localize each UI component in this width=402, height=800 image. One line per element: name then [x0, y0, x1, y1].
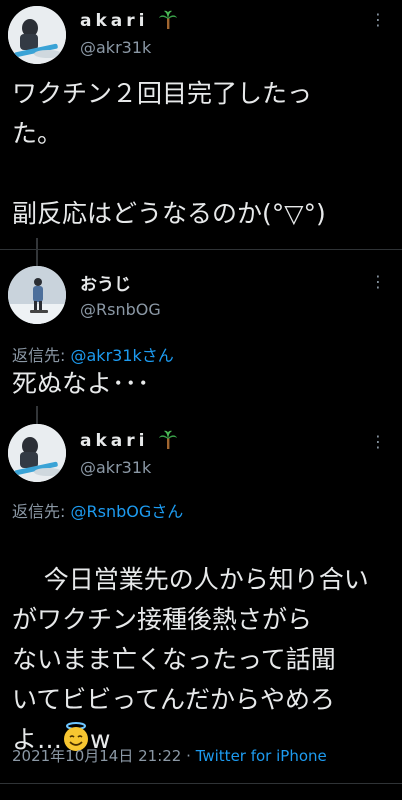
reply-label: 返信先:: [12, 502, 66, 521]
handle[interactable]: @akr31k: [80, 458, 151, 477]
reply-to-link[interactable]: @akr31kさん: [71, 346, 174, 365]
palm-tree-icon: [159, 10, 178, 29]
handle[interactable]: @akr31k: [80, 38, 151, 57]
avatar[interactable]: [8, 6, 66, 64]
handle[interactable]: @RsnbOG: [80, 300, 161, 319]
reply-context: 返信先: @akr31kさん: [12, 342, 174, 366]
avatar[interactable]: [8, 266, 66, 324]
separator: ·: [186, 747, 191, 765]
source-link[interactable]: Twitter for iPhone: [196, 747, 327, 765]
reply-context: 返信先: @RsnbOGさん: [12, 498, 183, 522]
avatar-photo: [8, 266, 66, 324]
tweet-2[interactable]: おうじ @RsnbOG ⋮ 返信先: @akr31kさん 死ぬなよ･･･: [0, 250, 402, 424]
display-name[interactable]: おうじ: [80, 270, 131, 295]
reply-to-link[interactable]: @RsnbOGさん: [71, 502, 184, 521]
avatar[interactable]: [8, 424, 66, 482]
divider: [0, 783, 402, 784]
avatar-photo: [8, 424, 66, 482]
palm-tree-icon: [159, 430, 178, 449]
tweet-3[interactable]: akari @akr31k ⋮ 返信先: @RsnbOGさん 今日営業先の人から…: [0, 424, 402, 787]
avatar-photo: [8, 6, 66, 64]
display-name[interactable]: akari: [80, 10, 178, 31]
more-options-icon[interactable]: ⋮: [368, 10, 388, 30]
more-options-icon[interactable]: ⋮: [368, 432, 388, 452]
timestamp[interactable]: 2021年10月14日 21:22: [12, 747, 181, 765]
display-name[interactable]: akari: [80, 430, 178, 451]
tweet-meta: 2021年10月14日 21:22 · Twitter for iPhone: [12, 745, 327, 766]
more-options-icon[interactable]: ⋮: [368, 272, 388, 292]
tweet-1[interactable]: akari @akr31k ⋮ ワクチン２回目完了したっ た。 副反応はどうなる…: [0, 0, 402, 252]
reply-label: 返信先:: [12, 346, 66, 365]
thread-line: [36, 406, 38, 424]
tweet-text: ワクチン２回目完了したっ た。 副反応はどうなるのか(°▽°): [12, 79, 326, 228]
tweet-text: 死ぬなよ･･･: [12, 369, 150, 398]
thread-line: [36, 250, 38, 266]
